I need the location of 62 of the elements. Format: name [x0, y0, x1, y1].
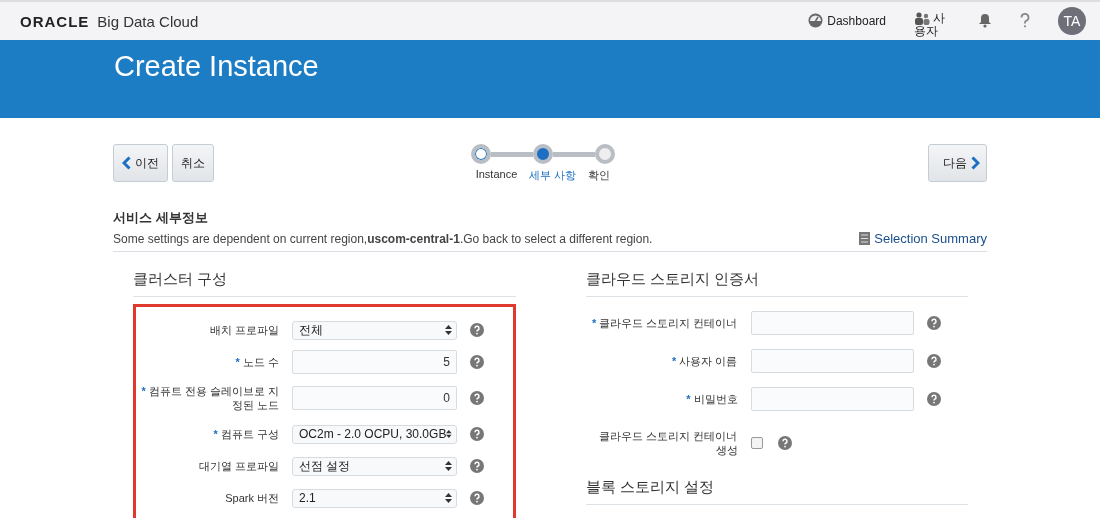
- help-icon[interactable]: [926, 316, 941, 330]
- input-field[interactable]: 0: [292, 386, 457, 410]
- step-marker[interactable]: [595, 144, 615, 164]
- help-icon[interactable]: [470, 459, 484, 473]
- group-title: 블록 스토리지 설정: [585, 462, 968, 505]
- field-label: * 비밀번호: [685, 392, 738, 406]
- input-field[interactable]: [750, 349, 914, 373]
- help-icon[interactable]: [470, 323, 484, 337]
- next-button[interactable]: 다음: [928, 144, 987, 182]
- dropdown[interactable]: 2.1: [292, 488, 457, 508]
- help-icon[interactable]: [470, 491, 484, 505]
- group-title: 클라우드 스토리지 인증서: [585, 252, 968, 297]
- checkbox[interactable]: [750, 437, 763, 449]
- brand-logo[interactable]: ORACLE: [20, 12, 90, 30]
- help-icon[interactable]: [926, 354, 941, 368]
- field-label: 대기열 프로파일: [197, 459, 279, 473]
- page-title: Create Instance: [114, 50, 320, 83]
- updown-icon: [445, 461, 452, 471]
- help-icon[interactable]: [777, 436, 792, 450]
- dropdown[interactable]: 전체: [292, 320, 457, 340]
- dashboard-icon: [808, 13, 824, 29]
- updown-icon: [446, 429, 452, 439]
- updown-icon: [445, 325, 452, 335]
- field-label: * 클라우드 스토리지 컨테이너: [591, 316, 738, 330]
- step-label[interactable]: 확인: [588, 168, 611, 183]
- region-note: Some settings are dependent on current region,uscom-central-1.Go back to select a different region.: [113, 231, 653, 246]
- step-marker[interactable]: [471, 144, 491, 164]
- dropdown[interactable]: 선점 설정: [292, 456, 457, 476]
- updown-icon: [445, 493, 452, 503]
- field-label: 클라우드 스토리지 컨테이너 생성: [598, 429, 738, 457]
- help-icon[interactable]: [1020, 13, 1030, 29]
- field-label: * 사용자 이름: [671, 354, 738, 368]
- step-label[interactable]: Instance: [475, 168, 518, 183]
- step-marker[interactable]: [533, 144, 553, 164]
- field-label: Spark 버전: [224, 491, 279, 505]
- dropdown[interactable]: OC2m - 2.0 OCPU, 30.0GB: [292, 424, 457, 444]
- help-icon[interactable]: [470, 391, 484, 405]
- users-icon: [914, 12, 931, 26]
- selection-summary-link[interactable]: Selection Summary: [859, 231, 987, 246]
- dashboard-link[interactable]: Dashboard: [808, 13, 886, 29]
- user-menu[interactable]: 사용자: [914, 11, 950, 39]
- section-title: 서비스 세부정보: [113, 209, 209, 227]
- chevron-right-icon: [971, 156, 980, 170]
- help-icon[interactable]: [926, 392, 941, 406]
- field-label: * 노드 수: [234, 355, 279, 369]
- back-button[interactable]: 이전: [113, 144, 168, 182]
- input-field[interactable]: [750, 311, 914, 335]
- product-name: Big Data Cloud: [97, 12, 199, 30]
- chevron-left-icon: [122, 156, 131, 170]
- input-field[interactable]: [750, 387, 914, 411]
- help-icon[interactable]: [470, 427, 484, 441]
- user-avatar[interactable]: TA: [1058, 7, 1086, 35]
- input-field[interactable]: 5: [292, 350, 457, 374]
- bell-icon[interactable]: [978, 13, 992, 29]
- step-label[interactable]: 세부 사항: [529, 168, 577, 183]
- field-label: * 컴퓨트 구성: [212, 427, 279, 441]
- field-label: 배치 프로파일: [208, 323, 279, 337]
- field-label: * 컴퓨트 전용 슬레이브로 지정된 노드: [140, 384, 279, 412]
- cancel-button[interactable]: 취소: [172, 144, 214, 182]
- help-icon[interactable]: [470, 355, 484, 369]
- list-icon: [859, 232, 871, 245]
- group-title: 클러스터 구성: [133, 252, 516, 297]
